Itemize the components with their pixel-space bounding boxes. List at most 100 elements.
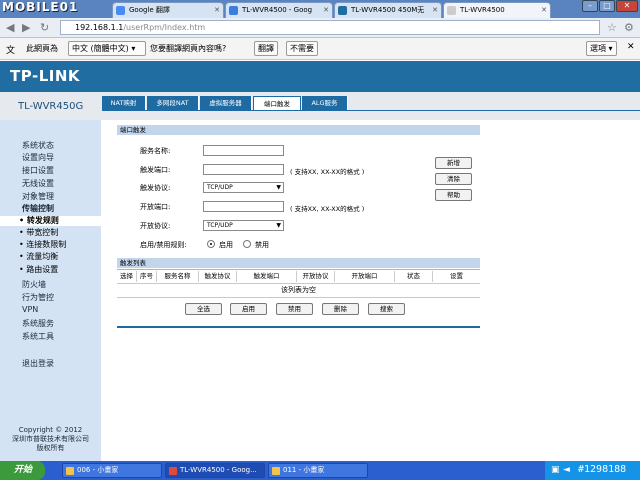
translate-icon: 文 xyxy=(6,46,16,56)
tab-router-admin[interactable]: TL-WVR4500 ✕ xyxy=(443,2,551,18)
language-select[interactable]: 中文 (簡體中文) ▾ xyxy=(68,41,146,56)
disable-radio[interactable] xyxy=(243,240,251,248)
disable-button[interactable]: 禁用 xyxy=(276,303,313,315)
sidebar-subitem-forwarding[interactable]: • 转发规则 xyxy=(0,216,101,226)
sidebar-item-services[interactable]: 系统服务 xyxy=(22,318,54,329)
bookmark-star-icon[interactable]: ☆ xyxy=(607,21,617,34)
tab-google-translate[interactable]: Google 翻譯 ✕ xyxy=(112,2,224,18)
minimize-icon[interactable]: – xyxy=(582,0,598,12)
sidebar-item-behavior[interactable]: 行为管控 xyxy=(22,292,54,303)
col-trigger-protocol: 触发协议 xyxy=(199,271,237,282)
tab-google-search[interactable]: TL-WVR4500 - Goog ✕ xyxy=(225,2,333,18)
trigger-protocol-label: 触发协议: xyxy=(140,184,171,192)
sidebar-subitem-routing[interactable]: • 路由设置 xyxy=(0,265,101,275)
start-button[interactable]: 开始 xyxy=(0,461,45,480)
tab-multi-segment-nat[interactable]: 多网段NAT xyxy=(147,96,199,110)
google-icon xyxy=(229,6,238,15)
sidebar-item-interface[interactable]: 接口设置 xyxy=(22,165,54,176)
back-icon[interactable]: ◀ xyxy=(6,21,14,34)
taskbar-item-chrome[interactable]: TL-WVR4500 - Goog... xyxy=(165,463,265,478)
volume-icon[interactable]: ◄ xyxy=(563,465,570,475)
tab-alg-service[interactable]: ALG服务 xyxy=(302,96,348,110)
trigger-port-label: 触发端口: xyxy=(140,166,171,174)
copyright: Copyright © 2012 深圳市普联技术有限公司 版权所有 xyxy=(0,426,101,453)
tab-port-trigger[interactable]: 端口触发 xyxy=(253,96,301,110)
options-button[interactable]: 選項 ▾ xyxy=(586,41,617,56)
close-window-icon[interactable]: ✕ xyxy=(616,0,638,12)
options-label: 選項 xyxy=(590,44,606,53)
translate-button[interactable]: 翻譯 xyxy=(254,41,278,56)
service-name-input[interactable] xyxy=(203,145,284,156)
open-protocol-value: TCP/UDP xyxy=(207,222,233,229)
delete-button[interactable]: 删除 xyxy=(322,303,359,315)
tab-virtual-server[interactable]: 虚拟服务器 xyxy=(200,96,252,110)
open-port-note: ( 支持XX, XX-XX的格式 ) xyxy=(290,205,365,213)
close-icon[interactable]: ✕ xyxy=(627,42,635,52)
close-icon[interactable]: ✕ xyxy=(323,3,329,17)
sidebar-item-transmission[interactable]: 传输控制 xyxy=(22,203,54,214)
translate-question: 您要翻譯網頁內容嗎? xyxy=(150,44,227,53)
trigger-protocol-select[interactable]: TCP/UDP ▼ xyxy=(203,182,284,193)
url-field[interactable]: 192.168.1.1/userRpm/Index.htm xyxy=(60,20,600,35)
copyright-line: Copyright © 2012 xyxy=(18,426,83,434)
col-service-name: 服务名称 xyxy=(157,271,199,282)
service-name-label: 服务名称: xyxy=(140,147,171,155)
wrench-icon[interactable]: ⚙ xyxy=(624,21,634,34)
help-button[interactable]: 帮助 xyxy=(435,189,472,201)
sidebar-item-objects[interactable]: 对象管理 xyxy=(22,191,54,202)
no-translate-button[interactable]: 不需要 xyxy=(286,41,318,56)
tab-nat-mapping[interactable]: NAT映射 xyxy=(102,96,146,110)
divider xyxy=(117,297,480,298)
image-id-stamp: #1298188 xyxy=(578,464,627,475)
url-path: /userRpm/Index.htm xyxy=(123,23,206,32)
sidebar-item-wireless[interactable]: 无线设置 xyxy=(22,178,54,189)
content-footer-line xyxy=(117,326,480,328)
add-button[interactable]: 新增 xyxy=(435,157,472,169)
sidebar-item-wizard[interactable]: 设置向导 xyxy=(22,152,54,163)
sidebar-item-firewall[interactable]: 防火墙 xyxy=(22,279,46,290)
task-label: 011 - 小畫家 xyxy=(283,466,325,474)
col-trigger-port: 触发端口 xyxy=(237,271,297,282)
network-icon[interactable]: ▣ xyxy=(551,465,560,475)
taskbar: 开始 006 - 小畫家 TL-WVR4500 - Goog... 011 - … xyxy=(0,461,640,480)
divider xyxy=(117,283,480,284)
maximize-icon[interactable]: □ xyxy=(599,0,615,12)
sidebar-item-status[interactable]: 系统状态 xyxy=(22,140,54,151)
close-icon[interactable]: ✕ xyxy=(432,3,438,17)
col-index: 序号 xyxy=(137,271,157,282)
clear-button[interactable]: 清除 xyxy=(435,173,472,185)
address-bar-row: ◀ ▶ ↻ 192.168.1.1/userRpm/Index.htm ☆ ⚙ xyxy=(0,18,640,38)
disable-option-label: 禁用 xyxy=(255,241,269,249)
close-icon[interactable]: ✕ xyxy=(541,3,547,17)
open-port-input[interactable] xyxy=(203,201,284,212)
select-all-button[interactable]: 全选 xyxy=(185,303,222,315)
taskbar-item-paint-2[interactable]: 011 - 小畫家 xyxy=(268,463,368,478)
enable-radio[interactable] xyxy=(207,240,215,248)
reload-icon[interactable]: ↻ xyxy=(40,21,49,34)
logout-link[interactable]: 退出登录 xyxy=(22,358,54,369)
sidebar-subitem-conn-limit[interactable]: • 连接数限制 xyxy=(0,240,101,250)
taskbar-item-paint-1[interactable]: 006 - 小畫家 xyxy=(62,463,162,478)
open-protocol-select[interactable]: TCP/UDP ▼ xyxy=(203,220,284,231)
translate-bar: 文 此網頁為 中文 (簡體中文) ▾ 您要翻譯網頁內容嗎? 翻譯 不需要 選項 … xyxy=(0,38,640,60)
sidebar-item-vpn[interactable]: VPN xyxy=(22,305,38,314)
page-icon xyxy=(447,6,456,15)
search-button[interactable]: 搜索 xyxy=(368,303,405,315)
translate-prefix: 此網頁為 xyxy=(26,44,58,53)
sidebar-subitem-load-balance[interactable]: • 流量均衡 xyxy=(0,252,101,262)
sidebar-item-tools[interactable]: 系统工具 xyxy=(22,331,54,342)
tab-tplink-product[interactable]: TL-WVR4500 450M无 ✕ xyxy=(334,2,442,18)
close-icon[interactable]: ✕ xyxy=(214,3,220,17)
sidebar-subitem-bandwidth[interactable]: • 带宽控制 xyxy=(0,228,101,238)
trigger-port-input[interactable] xyxy=(203,164,284,175)
enable-button[interactable]: 启用 xyxy=(230,303,267,315)
copyright-line: 深圳市普联技术有限公司 xyxy=(12,435,89,443)
tp-link-icon xyxy=(338,6,347,15)
enable-option-label: 启用 xyxy=(219,241,233,249)
chrome-icon xyxy=(169,467,177,475)
col-select: 选择 xyxy=(117,271,137,282)
forward-icon[interactable]: ▶ xyxy=(22,21,30,34)
logo-bar: TP-LINK xyxy=(0,61,640,92)
task-label: TL-WVR4500 - Goog... xyxy=(180,466,257,474)
dropdown-arrow-icon: ▼ xyxy=(276,222,281,229)
